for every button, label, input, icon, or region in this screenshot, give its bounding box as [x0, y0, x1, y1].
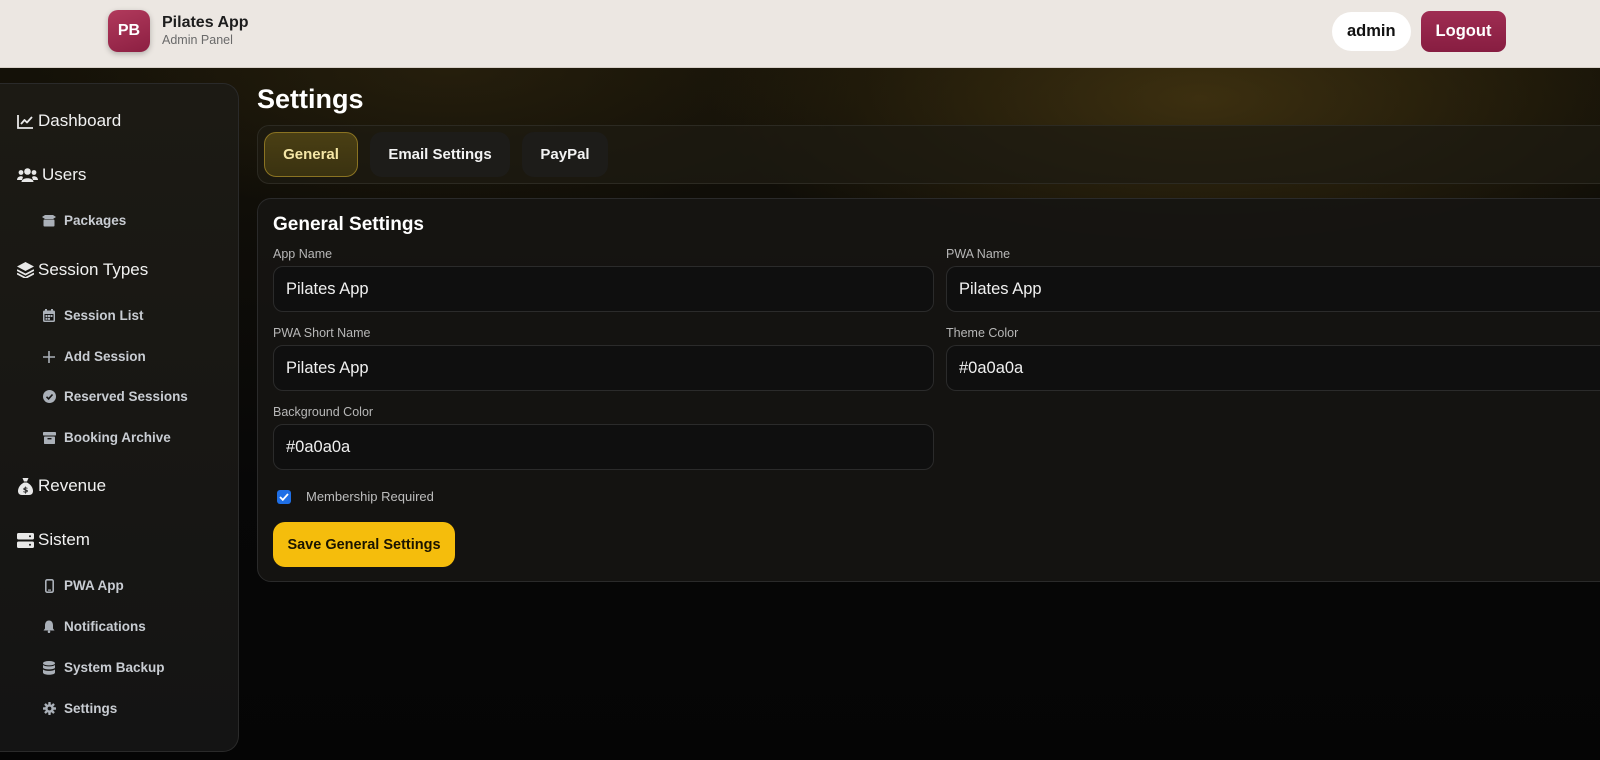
- svg-text:$: $: [22, 485, 28, 494]
- app-subtitle: Admin Panel: [162, 33, 233, 48]
- sidebar-item-label: Users: [42, 165, 87, 184]
- background-color-label: Background Color: [273, 405, 374, 419]
- brand[interactable]: PB Pilates App Admin Panel: [108, 10, 249, 52]
- money-bag-icon: $: [16, 477, 34, 495]
- sidebar-item-packages[interactable]: Packages: [42, 213, 126, 228]
- sidebar-item-label: Packages: [64, 213, 127, 228]
- sidebar-item-dashboard[interactable]: Dashboard: [16, 111, 121, 131]
- sidebar-item-notifications[interactable]: Notifications: [42, 619, 146, 634]
- top-bar: PB Pilates App Admin Panel admin Logout: [0, 0, 1600, 68]
- sidebar-item-label: Session Types: [38, 260, 149, 279]
- pwa-short-name-field[interactable]: [273, 345, 934, 391]
- general-settings-panel: General Settings App Name PWA Name PWA S…: [257, 198, 1600, 582]
- settings-tabs: General Email Settings PayPal: [257, 125, 1600, 184]
- user-menu-button[interactable]: admin: [1332, 12, 1411, 51]
- pwa-name-label: PWA Name: [946, 247, 1011, 261]
- theme-color-label: Theme Color: [946, 326, 1019, 340]
- membership-required-checkbox[interactable]: [277, 489, 291, 504]
- sidebar-item-revenue[interactable]: $ Revenue: [16, 476, 106, 496]
- sidebar-item-session-types[interactable]: Session Types: [16, 260, 148, 280]
- pwa-name-field[interactable]: [946, 266, 1600, 312]
- database-icon: [42, 660, 56, 675]
- logout-button[interactable]: Logout: [1421, 11, 1506, 52]
- sidebar-item-users[interactable]: Users: [16, 165, 86, 185]
- sidebar-item-label: Settings: [64, 701, 118, 716]
- theme-color-field[interactable]: [946, 345, 1600, 391]
- panel-title: General Settings: [273, 214, 424, 235]
- plus-icon: [42, 350, 56, 364]
- sidebar-item-label: System Backup: [64, 660, 165, 675]
- check-circle-icon: [42, 390, 56, 404]
- app-name-field[interactable]: [273, 266, 934, 312]
- sidebar-item-label: Reserved Sessions: [64, 389, 188, 404]
- sidebar-item-sistem[interactable]: Sistem: [16, 530, 90, 550]
- calendar-icon: [42, 309, 56, 323]
- app-title: Pilates App: [162, 13, 249, 31]
- server-icon: [16, 531, 34, 549]
- sidebar-item-system-backup[interactable]: System Backup: [42, 660, 165, 675]
- sidebar-item-label: PWA App: [64, 578, 124, 593]
- sidebar-item-label: Revenue: [38, 476, 107, 495]
- sidebar-item-label: Dashboard: [38, 111, 122, 130]
- sidebar-item-settings[interactable]: Settings: [42, 701, 117, 716]
- brand-text: Pilates App Admin Panel: [162, 14, 249, 48]
- gear-icon: [42, 702, 56, 716]
- membership-required-option: Membership Required: [277, 489, 434, 504]
- sidebar: Dashboard Users Packages Session Types S…: [0, 83, 239, 752]
- mobile-icon: [42, 578, 56, 593]
- sidebar-item-add-session[interactable]: Add Session: [42, 349, 146, 364]
- brand-logo: PB: [108, 10, 150, 52]
- tab-general[interactable]: General: [264, 132, 358, 177]
- membership-required-label: Membership Required: [306, 489, 434, 504]
- page-title: Settings: [257, 84, 364, 114]
- tab-paypal[interactable]: PayPal: [522, 132, 608, 177]
- sidebar-item-pwa-app[interactable]: PWA App: [42, 578, 124, 593]
- sidebar-item-label: Notifications: [64, 619, 146, 634]
- sidebar-item-label: Booking Archive: [64, 430, 171, 445]
- archive-icon: [42, 431, 56, 445]
- sidebar-item-reserved-sessions[interactable]: Reserved Sessions: [42, 389, 188, 404]
- bell-icon: [42, 620, 56, 634]
- sidebar-item-label: Session List: [64, 308, 144, 323]
- users-icon: [16, 166, 38, 184]
- save-general-settings-button[interactable]: Save General Settings: [273, 522, 455, 567]
- tab-email-settings[interactable]: Email Settings: [370, 132, 510, 177]
- sidebar-item-session-list[interactable]: Session List: [42, 308, 144, 323]
- sidebar-item-label: Add Session: [64, 349, 146, 364]
- layers-icon: [16, 261, 34, 279]
- chart-line-icon: [16, 112, 34, 130]
- background-color-field[interactable]: [273, 424, 934, 470]
- sidebar-item-booking-archive[interactable]: Booking Archive: [42, 430, 171, 445]
- pwa-short-name-label: PWA Short Name: [273, 326, 371, 340]
- box-icon: [42, 214, 56, 228]
- sidebar-item-label: Sistem: [38, 530, 90, 549]
- app-name-label: App Name: [273, 247, 333, 261]
